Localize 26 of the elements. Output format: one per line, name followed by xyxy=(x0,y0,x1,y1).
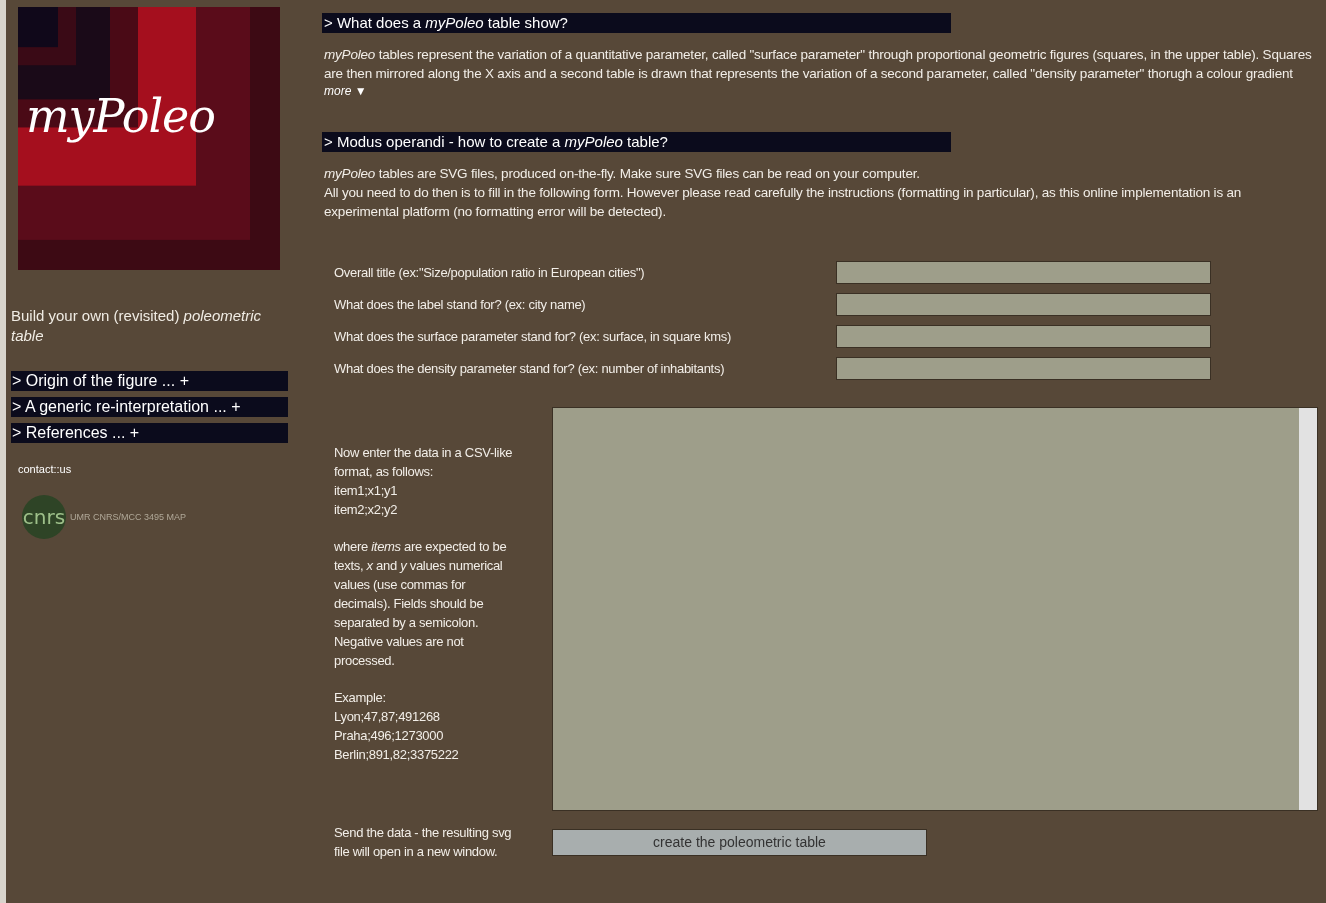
instruction-text: Now enter the data in a CSV-like format, as follows: item1;x1;y1 item2;x2;y2 xyxy=(334,444,514,519)
lab-logo: cnrs xyxy=(22,495,66,539)
field-label: Overall title (ex:"Size/population ratio in European cities") xyxy=(334,265,646,280)
section-heading: > Modus operandi - how to create a myPoleo table? xyxy=(322,132,951,152)
section-toggle[interactable]: > A generic re-interpretation ... + xyxy=(11,397,288,417)
submit-note: Send the data - the resulting svg file will open in a new window. xyxy=(334,824,513,861)
section-toggle[interactable]: > References ... + xyxy=(11,423,288,443)
logo-text: myPoleo xyxy=(26,89,216,143)
section-heading: > What does a myPoleo table show? xyxy=(322,13,951,33)
instruction-text: Example: Lyon;47,87;491268 Praha;496;1273000 Berlin;891,82;3375222 xyxy=(334,689,460,764)
submit-button[interactable]: create the poleometric table xyxy=(552,828,927,856)
contact-link[interactable]: contact::us xyxy=(18,463,296,475)
input-field[interactable] xyxy=(836,357,1211,380)
field-label: What does the density parameter stand for? (ex: number of inhabitants) xyxy=(334,361,726,376)
section-toggle[interactable]: > Origin of the figure ... + xyxy=(11,371,288,391)
input-field[interactable] xyxy=(836,261,1211,284)
tagline: Build your own (revisited) poleometric table xyxy=(11,306,263,346)
paragraph: myPoleo tables are SVG files, produced on-the-fly. Make sure SVG files can be read on your computer. All you need to do then is to fill in the following form. However please read carefully the instructions (formatting in particular), as this online implementation is an experimental platform (no formatting error will be detected). xyxy=(324,165,1243,221)
more-link[interactable]: more ▼ xyxy=(324,84,1318,98)
input-field[interactable] xyxy=(836,293,1211,316)
field-label: What does the surface parameter stand for? (ex: surface, in square kms) xyxy=(334,329,733,344)
input-field[interactable] xyxy=(836,325,1211,348)
paragraph: myPoleo tables represent the variation of a quantitative parameter, called "surface parameter" through proportional geometric figures (squares, in the upper table). Squares are then mirrored along the X axis and a second table is drawn that represents the variation of a second parameter, called "density parameter" thorugh a colour gradient xyxy=(324,46,1313,83)
lab-caption: UMR CNRS/MCC 3495 MAP xyxy=(70,512,187,522)
field-label: What does the label stand for? (ex: city name) xyxy=(334,297,587,312)
instruction-text: where items are expected to be texts, x and y values numerical values (use commas for decimals). Fields should be separated by a semicolon. Negative values are not processed. xyxy=(334,538,508,670)
